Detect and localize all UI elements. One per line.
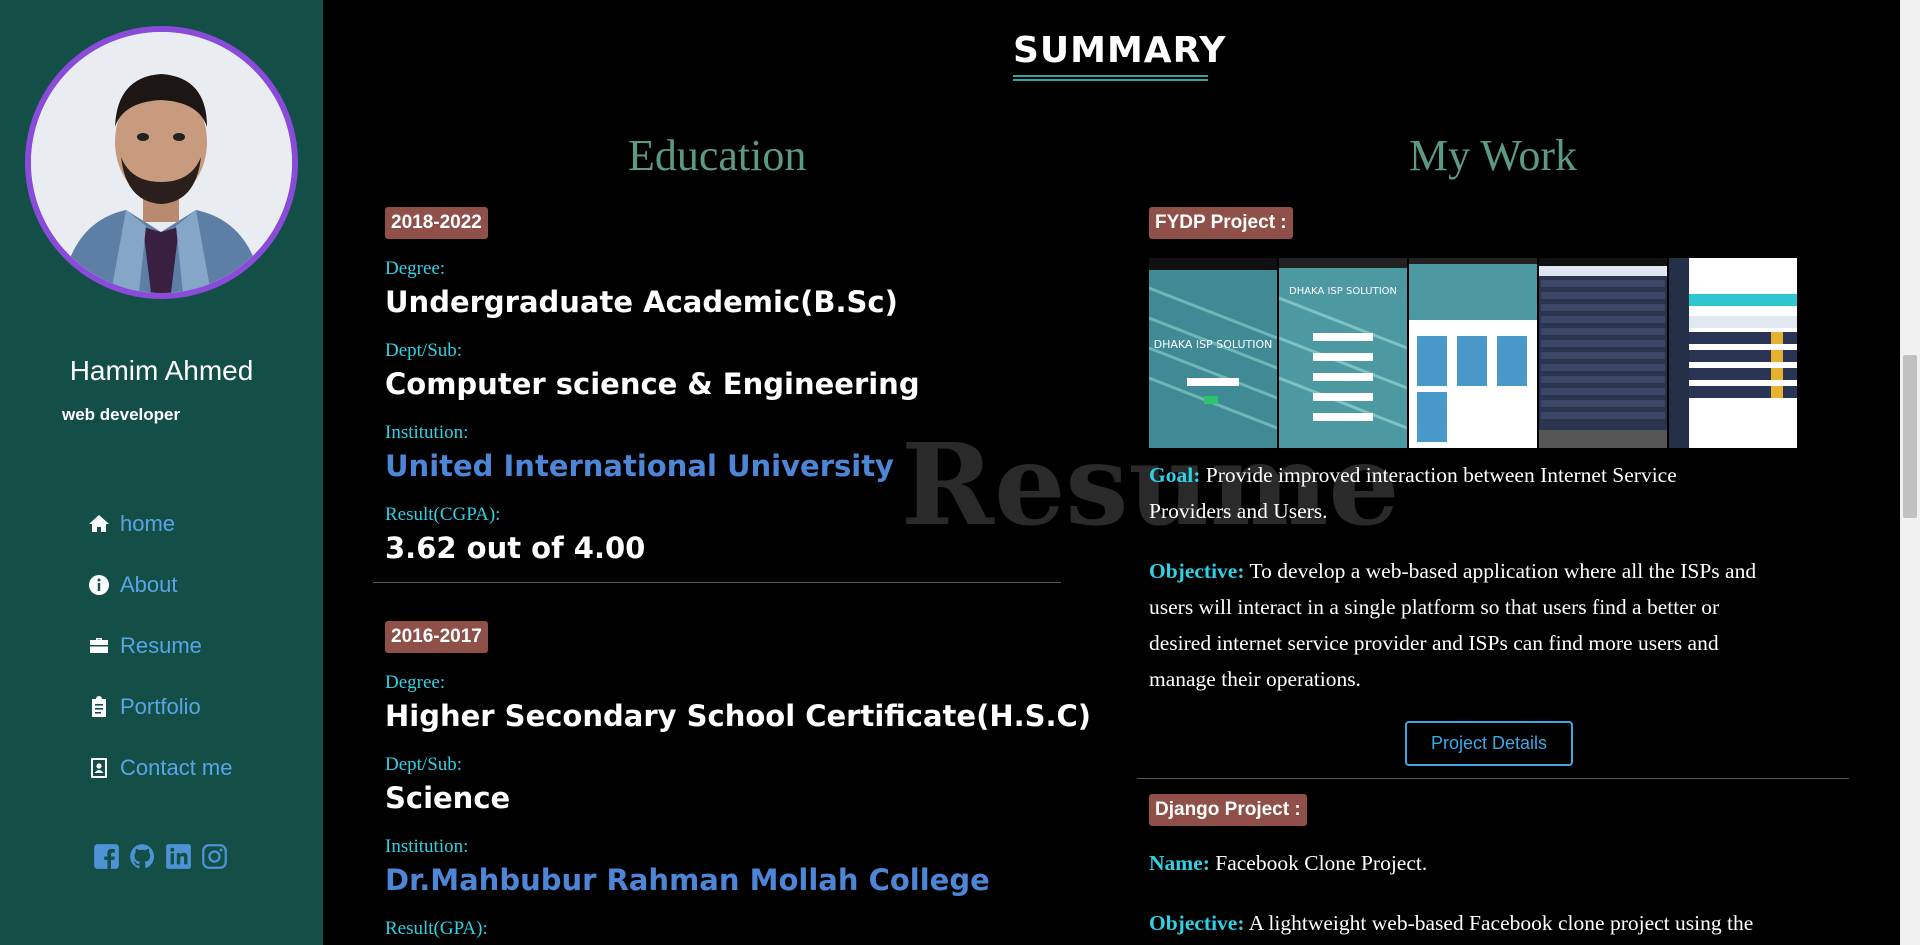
page-scrollbar[interactable] (1900, 0, 1920, 945)
objective-line: manage their operations. (1149, 667, 1361, 691)
degree-label: Degree: (385, 258, 446, 279)
years-badge: 2018-2022 (385, 207, 488, 239)
divider (373, 582, 1061, 583)
result-label: Result(CGPA): (385, 504, 501, 525)
github-icon[interactable] (129, 843, 156, 870)
avatar (25, 26, 298, 299)
nav-label: About (120, 571, 178, 597)
project-badge: FYDP Project : (1149, 207, 1293, 239)
degree-value: Undergraduate Academic(B.Sc) (385, 285, 898, 319)
institution-value: United International University (385, 449, 894, 483)
name-label: Name: (1149, 851, 1210, 875)
scrollbar-thumb[interactable] (1903, 355, 1917, 518)
linkedin-icon[interactable] (165, 843, 192, 870)
project-screenshot (1409, 258, 1537, 448)
home-icon (86, 511, 112, 537)
name-line: Name: Facebook Clone Project. (1149, 845, 1427, 881)
institution-label: Institution: (385, 422, 469, 443)
goal-text: Provide improved interaction between Int… (1205, 463, 1677, 487)
profile-name: Hamim Ahmed (69, 355, 254, 386)
project-screenshots: DHAKA ISP SOLUTION DHAKA ISP SOLUTION (1149, 258, 1799, 448)
project-badge: Django Project : (1149, 794, 1307, 826)
contact-card-icon (86, 755, 112, 781)
section-title: SUMMARY (1013, 30, 1227, 71)
django-objective-line: Objective: A lightweight web-based Faceb… (1149, 905, 1753, 941)
project-details-button[interactable]: Project Details (1405, 721, 1573, 766)
main-content: Resume SUMMARY Education 2018-2022 Degre… (323, 0, 1900, 945)
dept-value: Computer science & Engineering (385, 367, 920, 401)
sidebar: Hamim Ahmed web developer home About Res… (0, 0, 323, 945)
result-value: 3.62 out of 4.00 (385, 531, 646, 565)
nav-item-about[interactable]: About (86, 554, 233, 615)
objective-line: users will interact in a single platform… (1149, 595, 1720, 619)
profile-role: web developer (62, 405, 181, 424)
nav-item-home[interactable]: home (86, 493, 233, 554)
objective-label: Objective: (1149, 559, 1245, 583)
dept-label: Dept/Sub: (385, 340, 463, 361)
result-label: Result(GPA): (385, 918, 488, 939)
objective-paragraph: Objective: To develop a web-based applic… (1149, 553, 1756, 697)
title-underline (1013, 79, 1208, 81)
project-screenshot: DHAKA ISP SOLUTION (1279, 258, 1407, 448)
objective-line: desired internet service provider and IS… (1149, 631, 1719, 655)
objective-label: Objective: (1149, 911, 1245, 935)
divider (1137, 778, 1849, 779)
title-underline (1013, 75, 1208, 77)
project-screenshot (1539, 258, 1667, 448)
svg-text:DHAKA ISP SOLUTION: DHAKA ISP SOLUTION (1154, 338, 1273, 351)
nav-label: Resume (120, 632, 202, 658)
nav-label: Contact me (120, 754, 233, 780)
info-circle-icon (86, 572, 112, 598)
degree-value: Higher Secondary School Certificate(H.S.… (385, 699, 1092, 733)
facebook-icon[interactable] (93, 843, 120, 870)
project-screenshot (1669, 258, 1797, 448)
sidebar-nav: home About Resume Portfolio Contact me (86, 493, 233, 798)
nav-item-portfolio[interactable]: Portfolio (86, 676, 233, 737)
social-links (93, 843, 228, 870)
project-name: Facebook Clone Project. (1215, 851, 1428, 875)
objective-text: A lightweight web-based Facebook clone p… (1248, 911, 1754, 935)
profile-photo (31, 32, 292, 293)
work-title: My Work (1409, 131, 1577, 180)
goal-label: Goal: (1149, 463, 1201, 487)
svg-text:DHAKA ISP SOLUTION: DHAKA ISP SOLUTION (1289, 286, 1397, 297)
nav-label: Portfolio (120, 693, 201, 719)
objective-line: Objective: To develop a web-based applic… (1149, 553, 1756, 589)
goal-line: Providers and Users. (1149, 499, 1328, 523)
institution-label: Institution: (385, 836, 469, 857)
degree-label: Degree: (385, 672, 446, 693)
goal-paragraph: Goal: Provide improved interaction betwe… (1149, 457, 1677, 529)
nav-item-contact[interactable]: Contact me (86, 737, 233, 798)
briefcase-icon (86, 633, 112, 659)
years-badge: 2016-2017 (385, 621, 488, 653)
dept-value: Science (385, 781, 511, 815)
education-title: Education (628, 131, 807, 180)
dept-label: Dept/Sub: (385, 754, 463, 775)
goal-line: Goal: Provide improved interaction betwe… (1149, 457, 1677, 493)
objective-text: To develop a web-based application where… (1249, 559, 1757, 583)
institution-value: Dr.Mahbubur Rahman Mollah College (385, 863, 990, 897)
clipboard-icon (86, 694, 112, 720)
nav-item-resume[interactable]: Resume (86, 615, 233, 676)
nav-label: home (120, 510, 176, 536)
project-screenshot: DHAKA ISP SOLUTION (1149, 258, 1277, 448)
instagram-icon[interactable] (201, 843, 228, 870)
